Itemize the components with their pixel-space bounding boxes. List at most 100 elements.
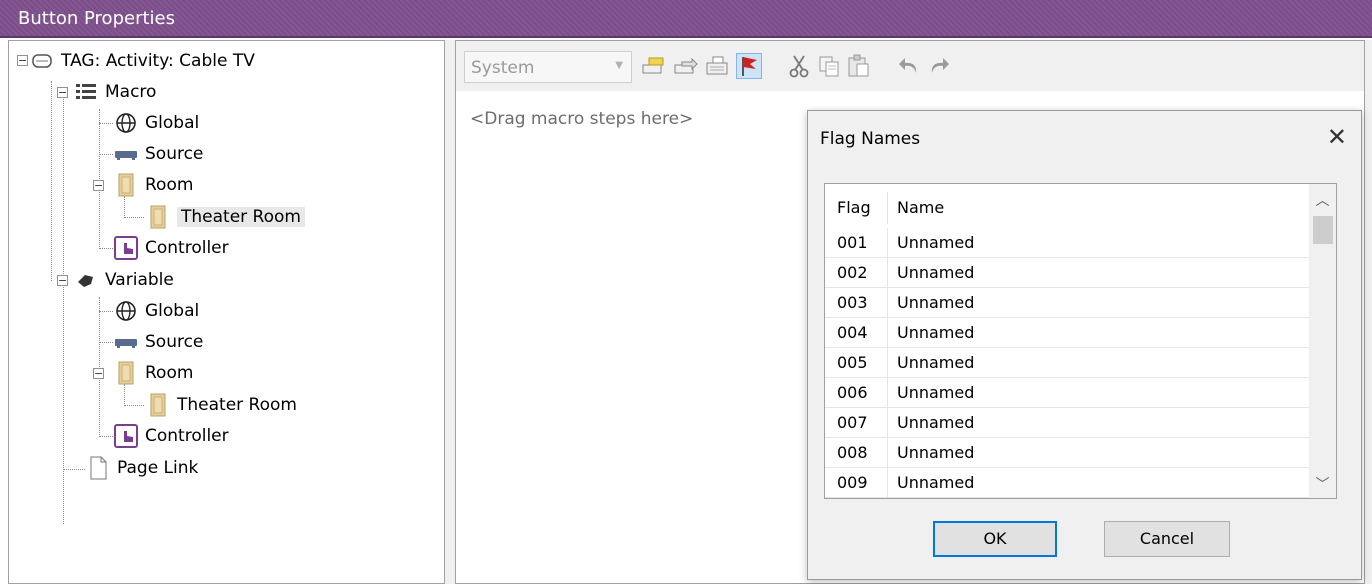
tree-node-label: Controller [145, 238, 229, 258]
tree-collapse-toggle[interactable]: − [93, 368, 104, 379]
tree-node-label: Theater Room [177, 207, 305, 227]
flag-number: 007 [837, 413, 868, 432]
tree-node-macro-global[interactable]: Global [113, 109, 199, 137]
flag-number: 008 [837, 443, 868, 462]
redo-icon[interactable] [926, 53, 952, 79]
tree-node-label: Global [145, 113, 200, 133]
column-header-flag[interactable]: Flag [837, 198, 871, 217]
tree-node-variable-global[interactable]: Global [113, 297, 199, 325]
table-row[interactable]: 002 Unnamed [825, 258, 1309, 288]
tree-panel[interactable]: − TAG: Activity: Cable TV − Macro Global… [8, 40, 445, 584]
tree-node-label: Page Link [117, 458, 199, 478]
tree-node-label: Global [145, 301, 200, 321]
flag-name: Unnamed [897, 263, 975, 282]
tree-connector [51, 81, 52, 281]
scope-combo[interactable]: System ▼ [464, 51, 632, 83]
undo-icon[interactable] [896, 53, 922, 79]
tree-node-macro-room[interactable]: Room [113, 171, 193, 199]
column-divider [887, 258, 888, 288]
insert-step-icon[interactable] [672, 53, 698, 79]
tree-node-label: TAG: Activity: Cable TV [61, 51, 255, 71]
edit-step-icon[interactable] [704, 53, 730, 79]
tree-node-root[interactable]: TAG: Activity: Cable TV [29, 47, 255, 75]
column-divider [887, 408, 888, 438]
tree-connector [63, 469, 85, 470]
controller-touch-icon [113, 236, 139, 260]
tree-connector [124, 217, 144, 218]
tree-connector [99, 123, 113, 124]
macro-toolbar: System ▼ [456, 41, 1364, 91]
cancel-button[interactable]: Cancel [1104, 521, 1230, 557]
column-header-name[interactable]: Name [897, 198, 944, 217]
tree-node-macro-source[interactable]: Source [113, 140, 203, 168]
column-divider [887, 228, 888, 258]
tree-collapse-toggle[interactable]: − [17, 55, 28, 66]
scope-combo-value: System [471, 58, 535, 78]
room-door-icon [113, 173, 139, 197]
flag-list[interactable]: Flag Name 001 Unnamed 002 Unnamed 003 Unnam… [824, 183, 1337, 499]
room-door-icon [145, 393, 171, 417]
close-icon[interactable]: ✕ [1327, 123, 1347, 151]
vertical-scrollbar[interactable]: ︿ ﹀ [1309, 184, 1336, 498]
splitter[interactable] [445, 40, 455, 584]
flag-number: 002 [837, 263, 868, 282]
flag-name: Unnamed [897, 443, 975, 462]
column-divider [887, 468, 888, 498]
window-edge [1365, 40, 1372, 584]
tree-node-label: Source [145, 332, 204, 352]
room-door-icon [145, 205, 171, 229]
flag-name: Unnamed [897, 323, 975, 342]
table-row[interactable]: 001 Unnamed [825, 228, 1309, 258]
tree-connector [124, 384, 125, 406]
tree-connector [124, 196, 125, 218]
tree-node-page-link[interactable]: Page Link [85, 454, 198, 482]
table-row[interactable]: 009 Unnamed [825, 468, 1309, 498]
tree-node-label: Source [145, 144, 204, 164]
tree-node-variable-source[interactable]: Source [113, 328, 203, 356]
tree-collapse-toggle[interactable]: − [57, 275, 68, 286]
paste-icon[interactable] [846, 53, 872, 79]
table-row[interactable]: 003 Unnamed [825, 288, 1309, 318]
table-row[interactable]: 004 Unnamed [825, 318, 1309, 348]
macro-list-icon [73, 80, 99, 104]
tree-node-label: Variable [105, 270, 174, 290]
tree-collapse-toggle[interactable]: − [57, 87, 68, 98]
flag-number: 004 [837, 323, 868, 342]
tree-node-macro-controller[interactable]: Controller [113, 234, 229, 262]
ok-button[interactable]: OK [933, 521, 1057, 557]
globe-icon [113, 299, 139, 323]
table-row[interactable]: 006 Unnamed [825, 378, 1309, 408]
table-row[interactable]: 007 Unnamed [825, 408, 1309, 438]
scroll-down-icon[interactable]: ﹀ [1309, 472, 1336, 498]
table-row[interactable]: 005 Unnamed [825, 348, 1309, 378]
scrollbar-thumb[interactable] [1313, 216, 1333, 244]
flag-number: 009 [837, 473, 868, 492]
tree-node-macro-theater-room[interactable]: Theater Room [145, 203, 305, 231]
flag-icon[interactable] [736, 53, 762, 79]
tree-collapse-toggle[interactable]: − [93, 180, 104, 191]
tree-node-variable[interactable]: Variable [73, 266, 174, 294]
column-divider [887, 318, 888, 348]
tree-connector [99, 311, 113, 312]
tree-connector [63, 96, 64, 524]
new-step-icon[interactable] [640, 53, 666, 79]
column-divider[interactable] [887, 192, 888, 224]
tree-node-variable-controller[interactable]: Controller [113, 422, 229, 450]
flag-number: 001 [837, 233, 868, 252]
scroll-up-icon[interactable]: ︿ [1309, 188, 1336, 214]
tree-node-variable-room[interactable]: Room [113, 359, 193, 387]
cut-icon[interactable] [786, 53, 812, 79]
tree-node-macro[interactable]: Macro [73, 78, 156, 106]
copy-icon[interactable] [816, 53, 842, 79]
tree-connector [99, 154, 113, 155]
tree-connector [124, 405, 144, 406]
tree-connector [99, 342, 113, 343]
dialog-title: Flag Names [820, 129, 921, 149]
column-divider [887, 288, 888, 318]
tree-node-variable-theater-room[interactable]: Theater Room [145, 391, 297, 419]
globe-icon [113, 111, 139, 135]
chevron-down-icon: ▼ [615, 60, 623, 71]
window-title: Button Properties [18, 8, 175, 29]
tree-connector [99, 248, 113, 249]
table-row[interactable]: 008 Unnamed [825, 438, 1309, 468]
